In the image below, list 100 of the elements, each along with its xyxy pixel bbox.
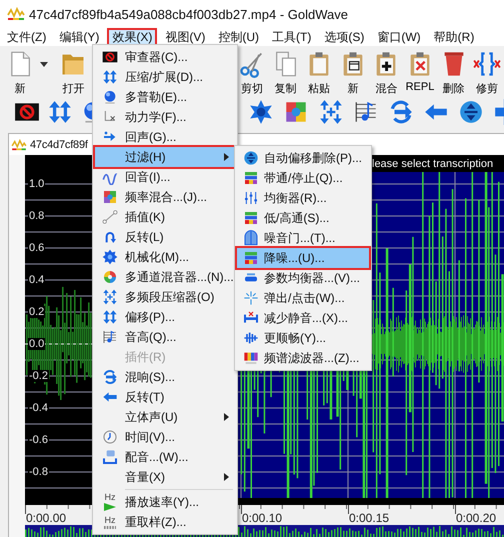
menu-item[interactable]: 配音...(W)... — [95, 447, 235, 467]
icon-label: Hz — [104, 516, 116, 524]
toolbar-button[interactable]: 新 — [336, 49, 370, 96]
spectrum-icon — [242, 350, 258, 366]
axis-label: 0.6 — [28, 242, 46, 254]
bars-icon — [242, 170, 258, 186]
time-label: 0:00.10 — [242, 511, 282, 525]
menu-bar-item[interactable]: 工具(T) — [267, 28, 316, 46]
menu-bar-item[interactable]: 编辑(Y) — [54, 28, 104, 46]
spark-icon — [242, 290, 258, 306]
tray-icon — [102, 449, 118, 465]
icon-label: Hz — [104, 493, 116, 502]
toolbar-button[interactable]: 粘贴 — [302, 49, 336, 96]
menu-bar-item[interactable]: 选项(S) — [319, 28, 370, 46]
menu-item[interactable]: 弹出/点击(W)... — [237, 288, 369, 308]
toolbar-button[interactable]: 混合 — [370, 49, 404, 96]
menu-bar-item[interactable]: 控制(U) — [213, 28, 264, 46]
gear-icon — [102, 249, 118, 265]
time-label: 0:00.15 — [349, 511, 390, 525]
axis-label: -0.6 — [28, 434, 49, 446]
menu-bar-item[interactable]: 文件(Z) — [2, 28, 52, 46]
axis-label: 1.0 — [28, 178, 46, 190]
menu-item[interactable]: 频率混合...(J)... — [95, 187, 235, 207]
stop-sign-icon — [102, 49, 118, 65]
menu-item[interactable]: 混响(S)... — [95, 367, 235, 387]
menu-item[interactable]: 回音(I)... — [95, 167, 235, 187]
axis-label: -0.4 — [28, 402, 49, 414]
menu-item[interactable]: 时间(V)... — [95, 427, 235, 447]
menu-item[interactable]: 偏移(P)... — [95, 307, 235, 327]
bars-icon — [242, 210, 258, 226]
menu-item[interactable]: 带通/停止(Q)... — [237, 168, 369, 188]
music-note-icon — [102, 329, 118, 345]
window-title: 47c4d7cf89fb4a549a088cb4f003db27.mp4 - GoldWave — [29, 6, 348, 22]
toolbar-button[interactable]: 删除 — [436, 49, 470, 96]
menu-item[interactable]: 低/高通(S)... — [237, 208, 369, 228]
arrows-icon — [102, 289, 118, 305]
menu-item[interactable]: Hz 重取样(Z)... — [95, 512, 235, 532]
arch-icon — [242, 230, 258, 246]
menu-item[interactable]: 压缩/扩展(D)... — [95, 67, 235, 87]
banner-text: lease select transcription — [372, 158, 494, 170]
menu-bar-item[interactable]: 窗口(W) — [372, 28, 426, 46]
waveform-icon — [242, 330, 258, 346]
menu-item[interactable]: 减少静音...(X)... — [237, 308, 369, 328]
menu-item[interactable]: 频谱滤波器...(Z)... — [237, 348, 369, 368]
dropdown-caret-icon[interactable] — [40, 62, 48, 67]
bars-icon — [242, 250, 258, 266]
axis-label: 0.8 — [28, 210, 46, 222]
menu-item[interactable]: 音高(Q)... — [95, 327, 235, 347]
toolbar-button[interactable]: REPL — [403, 49, 437, 93]
menu-item[interactable]: 立体声(U) — [95, 407, 235, 427]
menu-item[interactable]: 音量(X) — [95, 467, 235, 487]
menu-item[interactable]: 均衡器(R)... — [237, 188, 369, 208]
menu-item[interactable]: 回声(G)... — [95, 127, 235, 147]
menu-item[interactable]: 多普勒(E)... — [95, 87, 235, 107]
menu-item[interactable]: 插值(K) — [95, 207, 235, 227]
arrows-icon — [318, 99, 344, 125]
cycle-arrows-icon — [102, 369, 118, 385]
arrows-icon — [242, 150, 258, 166]
brackets-icon — [473, 50, 502, 78]
menu-item[interactable]: 反转(T) — [95, 387, 235, 407]
menu-bar-item[interactable]: 帮助(R) — [428, 28, 480, 46]
waveform-logo-icon — [7, 7, 25, 21]
menu-bar-item[interactable]: 视图(V) — [160, 28, 210, 46]
axis-label: 0.4 — [28, 274, 46, 286]
menu-item[interactable]: 多通道混音器...(N)... — [95, 267, 235, 287]
equalizer-icon — [242, 190, 258, 206]
arrows-icon — [458, 99, 484, 125]
axis-label: -0.8 — [28, 466, 49, 478]
toolbar-button[interactable]: 剪切 — [235, 49, 269, 96]
waveform-logo-icon — [11, 138, 27, 150]
menu-item[interactable]: 反转(L) — [95, 227, 235, 247]
toolbar-button[interactable]: 修剪 — [470, 49, 504, 96]
toolbar-button[interactable]: 新 — [3, 49, 37, 96]
play-icon — [104, 503, 116, 511]
menu-item[interactable]: 自动偏移删除(P)... — [237, 148, 369, 168]
menu-item[interactable]: 更顺畅(Y)... — [237, 328, 369, 348]
pinwheel-icon — [102, 269, 118, 285]
menu-item[interactable]: 多频段压缩器(O) — [95, 287, 235, 307]
line-icon — [102, 209, 118, 225]
document-title: 47c4d7cf89f — [30, 138, 88, 150]
arrows-icon — [102, 309, 118, 325]
clock-icon — [102, 429, 118, 445]
menu-item[interactable]: 审查器(C)... — [95, 47, 235, 67]
menu-item[interactable]: Hz 播放速率(Y)... — [95, 492, 235, 512]
star-icon — [248, 99, 274, 125]
menu-item[interactable]: 参数均衡器...(V)... — [237, 268, 369, 288]
axis-label: -0.2 — [28, 370, 49, 382]
menu-item[interactable]: 噪音门...(T)... — [237, 228, 369, 248]
toolbar-button[interactable]: 打开 — [56, 49, 90, 96]
dashed-line-icon — [104, 526, 116, 528]
color-squares-icon — [102, 189, 118, 205]
toolbar-button[interactable]: 复制 — [268, 49, 302, 96]
menu-item[interactable]: 降噪...(U)... — [237, 248, 369, 268]
cycle-arrows-icon — [388, 99, 414, 125]
arrows-icon — [102, 69, 118, 85]
menu-item[interactable]: 动力学(F)... — [95, 107, 235, 127]
menu-item[interactable]: 过滤(H) — [95, 147, 235, 167]
axis-label: 0.0 — [28, 338, 46, 350]
time-label: 0:00.20 — [456, 511, 496, 525]
menu-item[interactable]: 机械化(M)... — [95, 247, 235, 267]
